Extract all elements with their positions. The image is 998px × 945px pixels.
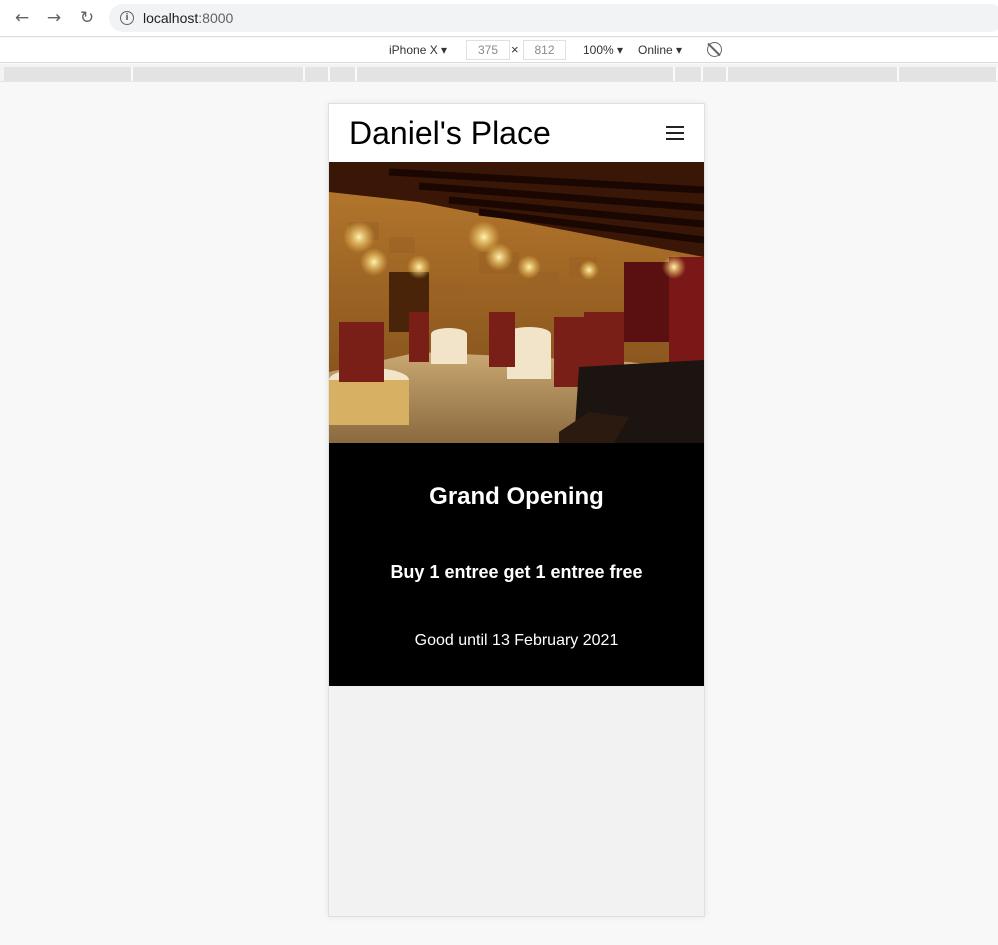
- device-height-input[interactable]: 812: [523, 40, 566, 60]
- media-query-segment[interactable]: [675, 67, 703, 81]
- throttle-select[interactable]: Online ▾: [638, 43, 682, 57]
- url-port: :8000: [198, 10, 234, 26]
- device-select[interactable]: iPhone X ▾: [389, 43, 447, 57]
- media-query-segment[interactable]: [703, 67, 728, 81]
- dimension-separator: ×: [511, 42, 519, 57]
- browser-toolbar: ← → ↻ i localhost:8000: [0, 0, 998, 37]
- media-query-bar: [0, 64, 998, 82]
- media-query-segment[interactable]: [133, 67, 305, 81]
- media-query-segment[interactable]: [305, 67, 330, 81]
- promo-banner: Grand Opening Buy 1 entree get 1 entree …: [329, 443, 704, 686]
- device-toolbar: iPhone X ▾ 375 × 812 100% ▾ Online ▾: [0, 38, 998, 63]
- device-viewport: Daniel's Place Grand Opening Buy 1 entre…: [328, 103, 705, 917]
- media-query-segment[interactable]: [728, 67, 899, 81]
- media-query-segment[interactable]: [899, 67, 998, 81]
- url-host: localhost: [143, 10, 199, 26]
- back-icon[interactable]: ←: [11, 7, 33, 29]
- forward-icon[interactable]: →: [43, 7, 65, 29]
- restaurant-photo: [329, 162, 704, 443]
- hamburger-menu-icon[interactable]: [666, 126, 684, 140]
- reload-icon[interactable]: ↻: [76, 7, 98, 29]
- site-title[interactable]: Daniel's Place: [349, 115, 551, 152]
- device-width-input[interactable]: 375: [466, 40, 510, 60]
- address-bar[interactable]: i localhost:8000: [109, 4, 998, 32]
- media-query-segment[interactable]: [357, 67, 675, 81]
- info-icon[interactable]: i: [120, 11, 134, 25]
- url-text: localhost:8000: [143, 10, 233, 26]
- promo-offer: Buy 1 entree get 1 entree free: [390, 562, 643, 582]
- promo-title: Grand Opening: [429, 483, 604, 510]
- hero-image: [329, 162, 704, 443]
- media-query-segment[interactable]: [4, 67, 133, 81]
- media-query-segment[interactable]: [330, 67, 357, 81]
- promo-valid-until: Good until 13 February 2021: [414, 632, 619, 649]
- rotate-icon[interactable]: [707, 42, 722, 57]
- zoom-select[interactable]: 100% ▾: [583, 43, 623, 57]
- site-header: Daniel's Place: [329, 104, 704, 162]
